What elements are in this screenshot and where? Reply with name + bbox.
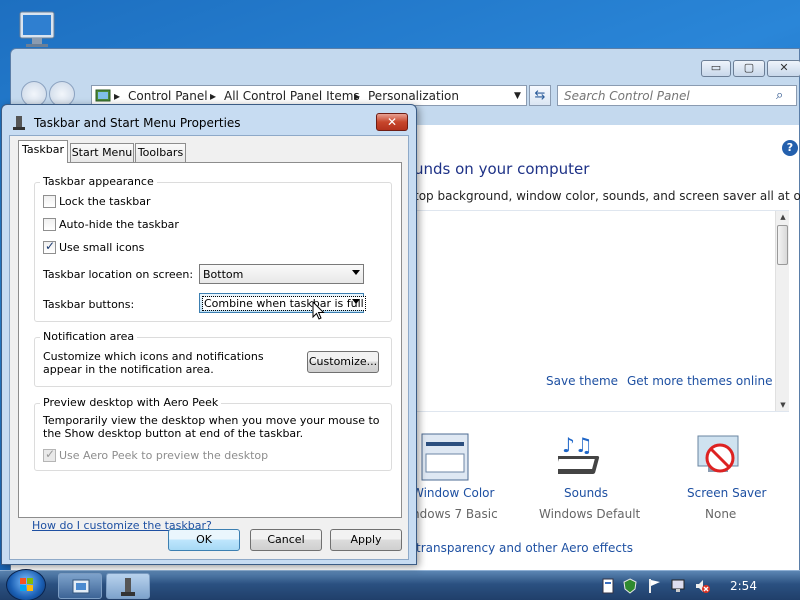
search-field[interactable]: ⌕ — [557, 85, 797, 106]
scroll-up-icon[interactable]: ▲ — [776, 213, 790, 221]
window-color-icon[interactable] — [420, 432, 472, 484]
lock-taskbar-checkbox[interactable] — [43, 195, 56, 208]
address-dropdown-icon[interactable]: ▼ — [514, 91, 521, 101]
transparency-aero-link[interactable]: transparency and other Aero effects — [416, 541, 633, 555]
ok-button[interactable]: OK — [168, 529, 240, 551]
aero-peek-text: Temporarily view the desktop when you mo… — [43, 414, 380, 440]
refresh-icon[interactable]: ⇆ — [529, 85, 551, 106]
flag-icon[interactable] — [646, 578, 662, 594]
search-input[interactable] — [558, 86, 772, 105]
control-panel-icon — [95, 89, 111, 102]
breadcrumb-all-items[interactable]: All Control Panel Items — [224, 89, 360, 103]
save-theme-link[interactable]: Save theme — [546, 374, 618, 388]
search-icon[interactable]: ⌕ — [776, 88, 792, 104]
taskbar-properties-dialog: Taskbar and Start Menu Properties ✕ Task… — [1, 104, 417, 565]
breadcrumb-personalization[interactable]: Personalization — [368, 89, 459, 103]
tab-start-menu[interactable]: Start Menu — [70, 143, 134, 163]
small-icons-checkbox[interactable] — [43, 239, 56, 254]
breadcrumb-arrow: ▸ — [114, 89, 121, 103]
auto-hide-checkbox[interactable] — [43, 218, 56, 231]
group-title: Taskbar appearance — [40, 175, 157, 188]
breadcrumb-arrow: ▸ — [210, 89, 217, 103]
page-description: top background, window color, sounds, an… — [414, 189, 800, 203]
taskbar-appearance-group: Taskbar appearance Lock the taskbar Auto… — [34, 175, 392, 322]
network-icon[interactable] — [670, 578, 686, 594]
apply-button[interactable]: Apply — [330, 529, 402, 551]
taskbar: 2:54 — [0, 569, 800, 600]
page-heading: unds on your computer — [414, 160, 590, 178]
tab-toolbars[interactable]: Toolbars — [135, 143, 186, 163]
svg-text:♪♫: ♪♫ — [562, 433, 593, 457]
control-panel-icon — [72, 579, 90, 594]
clock[interactable]: 2:54 — [730, 579, 757, 593]
sounds-label[interactable]: Sounds — [564, 486, 608, 500]
chevron-down-icon — [352, 299, 360, 304]
sounds-icon[interactable]: ♪♫ — [551, 432, 610, 484]
cancel-button[interactable]: Cancel — [250, 529, 322, 551]
buttons-dropdown[interactable]: Combine when taskbar is full — [199, 293, 366, 313]
start-button[interactable] — [6, 569, 46, 600]
scroll-thumb[interactable] — [777, 225, 788, 265]
window-color-label[interactable]: Window Color — [412, 486, 494, 500]
group-title: Notification area — [40, 330, 138, 343]
screen-saver-label[interactable]: Screen Saver — [687, 486, 766, 500]
small-icons-label[interactable]: Use small icons — [59, 241, 144, 254]
notification-text: Customize which icons and notifications … — [43, 350, 264, 376]
scroll-down-icon[interactable]: ▼ — [776, 401, 790, 409]
volume-muted-icon[interactable] — [694, 578, 710, 594]
taskbar-control-panel-button[interactable] — [58, 573, 102, 599]
document-icon[interactable] — [600, 578, 616, 594]
tab-panel: Taskbar appearance Lock the taskbar Auto… — [18, 162, 402, 518]
mouse-cursor-icon — [312, 301, 325, 320]
notification-area-group: Notification area Customize which icons … — [34, 330, 392, 387]
close-button[interactable]: ✕ — [767, 60, 800, 77]
windows-logo-icon — [20, 578, 33, 591]
chevron-down-icon — [352, 270, 360, 275]
title-bar: ▭ ▢ ✕ — [11, 49, 800, 77]
breadcrumb-arrow: ▸ — [354, 89, 361, 103]
buttons-label: Taskbar buttons: — [43, 298, 135, 311]
aero-peek-group: Preview desktop with Aero Peek Temporari… — [34, 396, 392, 471]
screen-saver-value: None — [705, 507, 737, 521]
close-icon[interactable]: ✕ — [376, 113, 408, 131]
minimize-button[interactable]: ▭ — [701, 60, 731, 77]
buttons-value: Combine when taskbar is full — [202, 296, 366, 311]
location-value: Bottom — [203, 268, 244, 281]
location-label: Taskbar location on screen: — [43, 268, 194, 281]
themes-scrollbar[interactable]: ▲ ▼ — [775, 211, 789, 411]
screen-saver-icon[interactable] — [694, 432, 746, 484]
sounds-value: Windows Default — [539, 507, 641, 521]
help-icon[interactable]: ? — [782, 140, 798, 156]
taskbar-properties-icon — [13, 116, 25, 130]
taskbar-properties-icon — [121, 578, 135, 596]
aero-peek-label[interactable]: Use Aero Peek to preview the desktop — [59, 449, 268, 462]
aero-peek-checkbox[interactable] — [43, 447, 56, 462]
customize-button[interactable]: Customize... — [307, 351, 379, 373]
get-more-themes-link[interactable]: Get more themes online — [627, 374, 773, 388]
auto-hide-label[interactable]: Auto-hide the taskbar — [59, 218, 179, 231]
taskbar-properties-button[interactable] — [106, 573, 150, 599]
shield-icon[interactable] — [622, 578, 638, 594]
maximize-button[interactable]: ▢ — [733, 60, 765, 77]
lock-taskbar-label[interactable]: Lock the taskbar — [59, 195, 151, 208]
breadcrumb-control-panel[interactable]: Control Panel — [128, 89, 208, 103]
group-title: Preview desktop with Aero Peek — [40, 396, 222, 409]
computer-icon[interactable] — [14, 8, 64, 50]
dialog-title: Taskbar and Start Menu Properties — [34, 116, 241, 130]
address-bar[interactable]: ▸ Control Panel ▸ All Control Panel Item… — [91, 85, 527, 106]
location-dropdown[interactable]: Bottom — [199, 264, 364, 284]
tab-taskbar[interactable]: Taskbar — [18, 140, 68, 163]
window-color-value: ndows 7 Basic — [412, 507, 498, 521]
dialog-body: Taskbar Start Menu Toolbars Taskbar appe… — [9, 135, 409, 560]
